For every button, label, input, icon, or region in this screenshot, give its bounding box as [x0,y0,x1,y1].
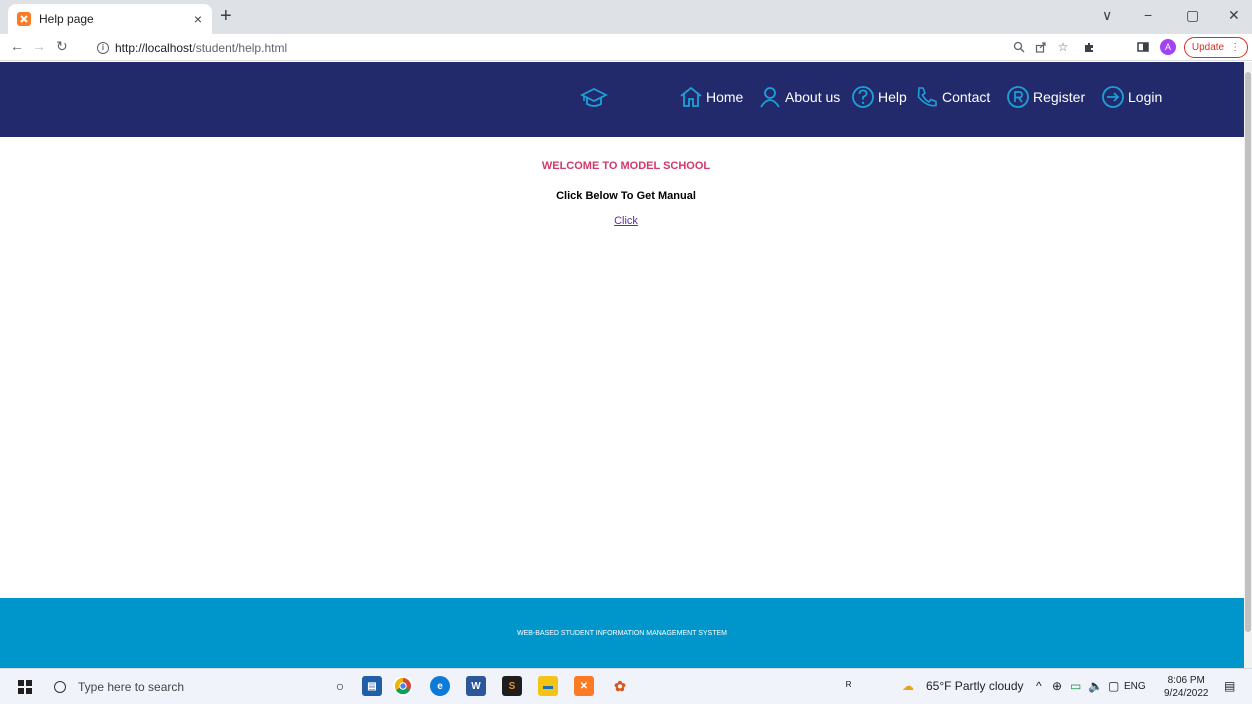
people-icon[interactable]: ᴿ [846,679,851,693]
windows-taskbar: Type here to search ○ ▤ e W S ▬ ✕ ✿ ᴿ ☁ … [0,668,1252,704]
url-host: http://localhost [115,40,193,55]
weather-icon[interactable]: ☁ [902,679,914,693]
nav-register-label: Register [1033,89,1086,105]
store-icon[interactable]: ▤ [362,676,382,696]
taskbar-clock[interactable]: 8:06 PM 9/24/2022 [1164,674,1209,700]
screen: Help page × + ∨ − ▢ ✕ ← → ↻ i http://loc… [0,0,1252,704]
chrome-icon[interactable] [393,676,413,696]
xampp-favicon-icon [17,12,31,26]
manual-download-link[interactable]: Click [614,215,638,227]
site-footer: WEB-BASED STUDENT INFORMATION MANAGEMENT… [0,598,1244,668]
manual-link-row: Click [0,215,1252,227]
new-tab-button[interactable]: + [220,5,232,28]
help-icon [852,86,874,108]
volume-icon[interactable]: 🔈 [1088,679,1103,693]
profile-avatar[interactable]: A [1160,39,1176,55]
share-icon[interactable] [1034,40,1048,54]
search-icon [54,681,66,693]
extensions-icon[interactable] [1082,40,1096,54]
back-arrow-icon[interactable]: ← [10,38,24,54]
battery-icon[interactable]: ▭ [1070,679,1081,693]
file-explorer-icon[interactable]: ▬ [538,676,558,696]
home-icon [680,86,702,107]
phone-icon [917,87,937,107]
maximize-button[interactable]: ▢ [1186,7,1199,24]
language-indicator[interactable]: ENG [1124,681,1146,692]
welcome-heading: WELCOME TO MODEL SCHOOL [541,160,711,172]
bookmark-star-icon[interactable]: ☆ [1056,40,1070,54]
side-panel-icon[interactable] [1136,40,1150,54]
browser-toolbar: ← → ↻ i http://localhost/student/help.ht… [0,34,1252,61]
footer-text: WEB-BASED STUDENT INFORMATION MANAGEMENT… [516,629,728,637]
user-icon [760,87,780,108]
nav-help[interactable]: Help [850,84,907,110]
cortana-icon[interactable]: ○ [330,676,350,696]
notifications-icon[interactable]: ▤ [1224,679,1235,693]
nav-login[interactable]: Login [1100,84,1162,110]
update-button[interactable]: Update ⋮ [1184,37,1248,58]
scrollbar-thumb[interactable] [1245,72,1251,632]
nav-about-us[interactable]: About us [757,84,840,110]
graduation-cap-icon [579,84,609,112]
reload-icon[interactable]: ↻ [56,38,68,55]
url-path: /student/help.html [192,40,288,55]
nav-register[interactable]: Register [1005,84,1085,110]
sublime-icon[interactable]: S [502,676,522,696]
clock-time: 8:06 PM [1167,675,1205,686]
nav-home[interactable]: Home [678,84,743,110]
registered-icon [1007,86,1029,108]
browser-tab[interactable]: Help page × [8,4,212,34]
nav-login-label: Login [1128,89,1163,105]
minimize-button[interactable]: − [1144,7,1152,23]
windows-start-icon[interactable] [18,680,32,694]
update-label: Update [1191,42,1225,53]
tray-chevron-icon[interactable]: ^ [1036,679,1042,693]
xampp-icon[interactable]: ✕ [574,676,594,696]
network-icon[interactable]: ⊕ [1052,679,1062,693]
nav-home-label: Home [706,89,744,105]
nav-about-us-label: About us [785,89,841,105]
tab-search-icon[interactable]: ∨ [1102,7,1112,24]
paint-icon[interactable]: ✿ [610,676,630,696]
tab-title: Help page [39,12,94,26]
login-icon [1102,86,1124,108]
forward-arrow-icon[interactable]: → [32,38,46,54]
taskbar-search-input[interactable]: Type here to search [48,673,306,701]
taskbar-search-placeholder: Type here to search [78,680,185,694]
close-window-button[interactable]: ✕ [1228,7,1240,24]
nav-help-label: Help [878,89,907,105]
browser-tab-strip: Help page × + ∨ − ▢ ✕ [0,0,1252,34]
more-menu-icon: ⋮ [1230,42,1241,53]
nav-contact[interactable]: Contact [914,84,990,110]
manual-instruction: Click Below To Get Manual [556,190,696,202]
zoom-icon[interactable] [1012,40,1026,54]
word-icon[interactable]: W [466,676,486,696]
input-icon[interactable]: ▢ [1108,679,1119,693]
page-scrollbar[interactable] [1244,62,1252,668]
weather-text[interactable]: 65°F Partly cloudy [926,679,1024,693]
clock-date: 9/24/2022 [1164,688,1209,699]
edge-icon[interactable]: e [430,676,450,696]
site-info-icon[interactable]: i [97,41,109,54]
tab-close-icon[interactable]: × [194,11,202,27]
nav-contact-label: Contact [942,89,991,105]
address-bar[interactable]: i http://localhost/student/help.html [97,37,997,58]
